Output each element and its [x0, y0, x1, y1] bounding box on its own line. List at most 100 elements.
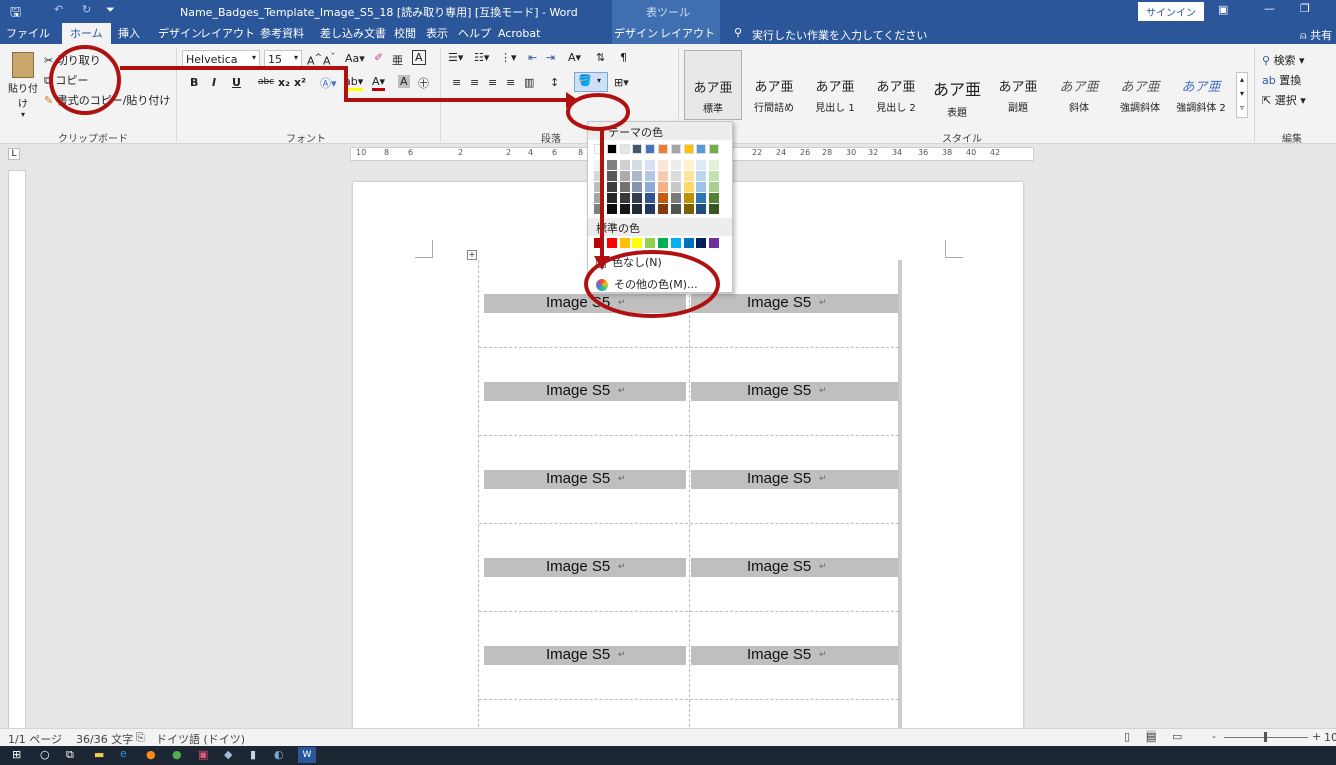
standard-color-swatch[interactable] — [594, 238, 604, 248]
theme-color-swatch[interactable] — [594, 160, 604, 170]
distribute-icon[interactable]: ▥ — [524, 76, 534, 89]
find-button[interactable]: ⚲ 検索 ▾ — [1262, 52, 1305, 68]
theme-color-swatch[interactable] — [658, 204, 668, 214]
word-count[interactable]: 36/36 文字 — [76, 731, 133, 747]
theme-color-swatch[interactable] — [683, 144, 694, 154]
standard-color-swatch[interactable] — [606, 238, 617, 248]
style-item[interactable]: あア亜 見出し 2 — [867, 50, 925, 120]
font-size-select[interactable]: 15 ▾ — [264, 50, 302, 68]
style-item[interactable]: あア亜 行間詰め — [745, 50, 803, 120]
tab-table-layout[interactable]: レイアウト — [660, 23, 715, 44]
theme-color-swatch[interactable] — [709, 160, 720, 170]
theme-color-swatch[interactable] — [683, 193, 694, 203]
theme-color-swatch[interactable] — [594, 204, 604, 214]
standard-color-swatch[interactable] — [696, 238, 707, 248]
theme-color-swatch[interactable] — [670, 144, 681, 154]
badge-label[interactable]: Image S5 ↵ — [691, 470, 899, 489]
task-view-icon[interactable]: ⧉ — [66, 748, 74, 762]
format-painter-button[interactable]: ✎ 書式のコピー/貼り付け — [44, 92, 170, 108]
zoom-slider-thumb[interactable] — [1264, 732, 1267, 742]
theme-color-swatch[interactable] — [606, 160, 617, 170]
char-shading-icon[interactable]: A — [398, 75, 410, 88]
tab-home[interactable]: ホーム — [62, 23, 111, 44]
theme-color-swatch[interactable] — [594, 171, 604, 181]
shrink-font-icon[interactable]: Aˇ — [323, 52, 335, 68]
tab-file[interactable]: ファイル — [6, 23, 50, 44]
char-border-icon[interactable]: A — [412, 50, 426, 65]
print-layout-icon[interactable]: ▤ — [1146, 730, 1157, 743]
page-count[interactable]: 1/1 ページ — [8, 731, 62, 747]
theme-color-swatch[interactable] — [709, 144, 720, 154]
zoom-out-button[interactable]: - — [1212, 730, 1216, 743]
theme-color-swatch[interactable] — [709, 182, 720, 192]
line-spacing-icon[interactable]: ↕ — [550, 76, 559, 89]
theme-color-swatch[interactable] — [658, 160, 668, 170]
font-name-select[interactable]: Helvetica ▾ — [182, 50, 260, 68]
undo-icon[interactable]: ↶ — [54, 3, 63, 16]
theme-color-swatch[interactable] — [645, 193, 656, 203]
style-item[interactable]: あア亜 表題 — [928, 50, 986, 120]
zoom-slider[interactable] — [1224, 732, 1308, 742]
app-icon[interactable]: ▣ — [198, 748, 208, 761]
theme-color-swatch[interactable] — [670, 193, 681, 203]
badge-label[interactable]: Image S5 ↵ — [484, 558, 686, 577]
standard-color-swatch[interactable] — [670, 238, 681, 248]
multilevel-icon[interactable]: ⋮▾ — [500, 51, 517, 64]
theme-color-swatch[interactable] — [696, 204, 707, 214]
tab-mailings[interactable]: 差し込み文書 — [320, 23, 386, 44]
change-case-icon[interactable]: Aa▾ — [345, 52, 365, 65]
zoom-in-button[interactable]: + — [1312, 730, 1321, 743]
tab-help[interactable]: ヘルプ — [458, 23, 491, 44]
phonetic-guide-icon[interactable]: 亜 — [392, 52, 403, 68]
theme-color-swatch[interactable] — [645, 144, 656, 154]
style-item[interactable]: あア亜 斜体 — [1050, 50, 1108, 120]
redo-icon[interactable]: ↻ — [82, 3, 91, 16]
theme-color-swatch[interactable] — [658, 144, 668, 154]
save-icon[interactable]: 🖫 — [10, 3, 21, 25]
style-item[interactable]: あア亜 副題 — [989, 50, 1047, 120]
standard-color-swatch[interactable] — [619, 238, 630, 248]
badge-label[interactable]: Image S5 ↵ — [691, 294, 899, 313]
show-marks-icon[interactable]: ¶ — [620, 51, 627, 64]
theme-color-swatch[interactable] — [594, 182, 604, 192]
font-color-icon[interactable]: A▾ — [372, 75, 386, 91]
theme-color-swatch[interactable] — [658, 193, 668, 203]
windows-start-icon[interactable]: ⊞ — [12, 748, 21, 761]
no-color-option[interactable]: 色なし(N) — [588, 254, 732, 270]
badge-table[interactable]: Image S5 ↵ Image S5 ↵ Image S5 ↵ Image S5 ↵ Imag… — [478, 260, 902, 732]
tab-design[interactable]: デザイン — [158, 23, 202, 44]
theme-color-swatch[interactable] — [606, 204, 617, 214]
bullets-icon[interactable]: ☰▾ — [448, 51, 463, 64]
chrome-icon[interactable]: ● — [172, 748, 182, 761]
badge-label[interactable]: Image S5 ↵ — [691, 558, 899, 577]
align-left-icon[interactable]: ≡ — [452, 76, 461, 89]
theme-color-swatch[interactable] — [606, 182, 617, 192]
numbering-icon[interactable]: ☷▾ — [474, 51, 489, 64]
theme-color-swatch[interactable] — [683, 160, 694, 170]
theme-color-swatch[interactable] — [645, 204, 656, 214]
tab-view[interactable]: 表示 — [426, 23, 448, 44]
theme-color-swatch[interactable] — [645, 182, 656, 192]
strikethrough-button[interactable]: abc — [258, 77, 274, 87]
app-icon[interactable]: ▮ — [250, 748, 256, 761]
tab-insert[interactable]: 挿入 — [118, 23, 140, 44]
theme-color-swatch[interactable] — [632, 193, 643, 203]
standard-color-swatch[interactable] — [709, 238, 720, 248]
tab-acrobat[interactable]: Acrobat — [498, 23, 540, 44]
badge-label[interactable]: Image S5 ↵ — [691, 382, 899, 401]
styles-scroll[interactable]: ▴ ▾ ▿ — [1236, 72, 1248, 118]
theme-color-swatch[interactable] — [594, 193, 604, 203]
justify-icon[interactable]: ≡ — [506, 76, 515, 89]
enclose-char-icon[interactable]: ㊉ — [418, 75, 429, 91]
zoom-level[interactable]: 10 — [1324, 731, 1336, 744]
theme-color-swatch[interactable] — [632, 204, 643, 214]
theme-color-swatch[interactable] — [619, 182, 630, 192]
theme-color-swatch[interactable] — [619, 193, 630, 203]
theme-color-swatch[interactable] — [670, 160, 681, 170]
borders-icon[interactable]: ⊞▾ — [614, 76, 629, 89]
style-item[interactable]: あア亜 強調斜体 — [1111, 50, 1169, 120]
theme-color-swatch[interactable] — [619, 160, 630, 170]
app-icon[interactable]: ◆ — [224, 748, 232, 761]
theme-color-swatch[interactable] — [645, 160, 656, 170]
theme-color-swatch[interactable] — [619, 204, 630, 214]
